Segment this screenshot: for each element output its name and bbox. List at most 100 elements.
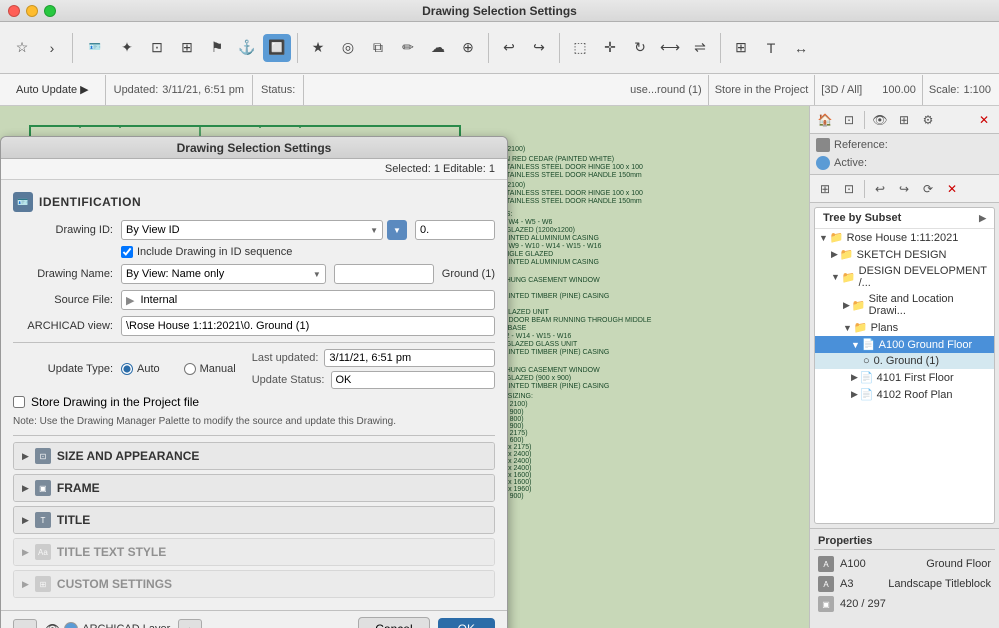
note-text: Note: Use the Drawing Manager Palette to… — [13, 415, 495, 429]
frame-icon: ▣ — [35, 480, 51, 496]
orbit-button[interactable]: ◎ — [334, 34, 362, 62]
manual-radio-item: Manual — [184, 363, 236, 375]
rp-btn-c[interactable]: ↩ — [869, 178, 891, 200]
title-header[interactable]: ▶ T TITLE — [14, 507, 494, 533]
rp-view-btn[interactable]: 👁 — [869, 109, 891, 131]
scale-tool-button[interactable]: ⟷ — [656, 34, 684, 62]
tree-panel: Tree by Subset ▶ ▼ 📁 Rose House 1:11:202… — [814, 207, 995, 524]
auto-radio[interactable] — [121, 363, 133, 375]
maximize-button[interactable] — [44, 5, 56, 17]
id-button[interactable]: 🪪 — [79, 34, 111, 62]
ok-button[interactable]: OK — [438, 618, 495, 628]
rotate-button[interactable]: ↻ — [626, 34, 654, 62]
magic-button[interactable]: ✦ — [113, 34, 141, 62]
last-updated-input[interactable] — [324, 349, 495, 367]
anchor-button[interactable]: ⚓ — [233, 34, 261, 62]
cancel-button[interactable]: Cancel — [358, 617, 429, 628]
back-button[interactable]: ↩ — [495, 34, 523, 62]
custom-settings-header[interactable]: ▶ ⊞ CUSTOM SETTINGS — [14, 571, 494, 597]
close-button[interactable] — [8, 5, 20, 17]
tree-item-design-dev[interactable]: ▼ 📁 DESIGN DEVELOPMENT /... — [815, 263, 994, 291]
tree-item-a101-first[interactable]: ▶ 📄 4101 First Floor — [815, 369, 994, 386]
tree-item-a100-ground[interactable]: ▼ 📄 A100 Ground Floor — [815, 336, 994, 353]
prop-icon-1: A — [818, 576, 834, 592]
text-button[interactable]: T — [757, 34, 785, 62]
expand-button[interactable]: ⋯ — [13, 619, 37, 628]
rp-btn-d[interactable]: ↪ — [893, 178, 915, 200]
title-section: ▶ T TITLE — [13, 506, 495, 534]
rp-sep-1 — [864, 111, 865, 129]
mirror-button[interactable]: ⇌ — [686, 34, 714, 62]
nav-forward-button[interactable]: › — [38, 34, 66, 62]
drawing-id-dropdown[interactable]: By View ID ▼ — [121, 220, 383, 240]
section-button[interactable]: ⊡ — [143, 34, 171, 62]
rp-btn-a[interactable]: ⊞ — [814, 178, 836, 200]
manual-radio[interactable] — [184, 363, 196, 375]
tree-item-site-loc[interactable]: ▶ 📁 Site and Location Drawi... — [815, 291, 994, 319]
identification-header[interactable]: 🪪 IDENTIFICATION — [13, 188, 495, 216]
tree-arrow-rose-house: ▼ — [819, 233, 828, 243]
drawing-name-value-input[interactable] — [334, 264, 434, 284]
rp-close-btn[interactable]: ✕ — [973, 109, 995, 131]
rp-section-btn[interactable]: ⊡ — [838, 109, 860, 131]
last-updated-detail: Last updated: — [252, 349, 495, 367]
move-button[interactable]: ✛ — [596, 34, 624, 62]
star-button[interactable]: ☆ — [8, 34, 36, 62]
drawing-id-row: Drawing ID: By View ID ▼ ▼ — [13, 220, 495, 240]
flag-button[interactable]: ⚑ — [203, 34, 231, 62]
compare-button[interactable]: ⊕ — [454, 34, 482, 62]
frame-header[interactable]: ▶ ▣ FRAME — [14, 475, 494, 501]
identification-label: IDENTIFICATION — [39, 195, 141, 209]
custom-settings-label: CUSTOM SETTINGS — [57, 577, 172, 591]
auto-update-button[interactable]: Auto Update ▶ — [8, 78, 97, 102]
update-status-input[interactable] — [331, 371, 496, 389]
edit-button[interactable]: ✏ — [394, 34, 422, 62]
layer-label: ARCHICAD Layer — [82, 623, 170, 628]
dim-button[interactable]: ↔ — [787, 34, 815, 62]
copy-button[interactable]: ⧉ — [364, 34, 392, 62]
archicad-view-input[interactable] — [121, 316, 495, 336]
star2-button[interactable]: ★ — [304, 34, 332, 62]
footer-left: ⋯ 👁 ARCHICAD Layer › — [13, 619, 350, 628]
rp-settings-btn[interactable]: ⚙ — [917, 109, 939, 131]
layer-expand-button[interactable]: › — [178, 619, 202, 628]
tree-arrow-a100-ground: ▼ — [851, 340, 860, 350]
tree-item-plans[interactable]: ▼ 📁 Plans — [815, 319, 994, 336]
table-button[interactable]: ⊞ — [727, 34, 755, 62]
grid-button[interactable]: ⊞ — [173, 34, 201, 62]
tree-label-a100-ground: A100 Ground Floor — [879, 339, 973, 351]
tree-arrow-a102-roof: ▶ — [851, 389, 858, 400]
rp-btn-e[interactable]: ⟳ — [917, 178, 939, 200]
drawing-name-dropdown[interactable]: By View: Name only ▼ — [121, 264, 326, 284]
tree-label-a102-roof: 4102 Roof Plan — [877, 389, 953, 401]
include-sequence-checkbox[interactable] — [121, 246, 133, 258]
rp-btn-b[interactable]: ⊡ — [838, 178, 860, 200]
title-text-style-icon: Aa — [35, 544, 51, 560]
forward-button[interactable]: ↪ — [525, 34, 553, 62]
tree-item-sketch[interactable]: ▶ 📁 SKETCH DESIGN — [815, 246, 994, 263]
separator-2 — [13, 435, 495, 436]
title-text-style-header[interactable]: ▶ Aa TITLE TEXT STYLE — [14, 539, 494, 565]
select-button[interactable]: ⬚ — [566, 34, 594, 62]
tree-item-rose-house[interactable]: ▼ 📁 Rose House 1:11:2021 — [815, 229, 994, 246]
drawing-id-value-input[interactable] — [415, 220, 495, 240]
size-appearance-header[interactable]: ▶ ⊡ SIZE AND APPEARANCE — [14, 443, 494, 469]
custom-settings-icon: ⊞ — [35, 576, 51, 592]
rp-house-btn[interactable]: 🏠 — [814, 109, 836, 131]
tree-header[interactable]: Tree by Subset ▶ — [815, 208, 994, 229]
tree-item-a102-roof[interactable]: ▶ 📄 4102 Roof Plan — [815, 386, 994, 403]
rp-layer-btn[interactable]: ⊞ — [893, 109, 915, 131]
update-type-radio-group: Auto Manual — [121, 363, 236, 375]
drawing-id-blue-btn[interactable]: ▼ — [387, 220, 407, 240]
cloud-button[interactable]: ☁ — [424, 34, 452, 62]
tree-item-ground-1[interactable]: ○ 0. Ground (1) — [815, 353, 994, 369]
title-bar: Drawing Selection Settings — [0, 0, 999, 22]
main-toolbar: ☆ › 🪪 ✦ ⊡ ⊞ ⚑ ⚓ 🔲 ★ ◎ ⧉ ✏ ☁ ⊕ ↩ ↪ ⬚ ✛ ↻ … — [0, 22, 999, 74]
prop-row-0: A A100 Ground Floor — [814, 554, 995, 574]
rp-btn-f[interactable]: ✕ — [941, 178, 963, 200]
tree-arrow-sketch: ▶ — [831, 249, 838, 260]
active-tool-button[interactable]: 🔲 — [263, 34, 291, 62]
store-drawing-label: Store Drawing in the Project file — [31, 395, 199, 409]
minimize-button[interactable] — [26, 5, 38, 17]
store-drawing-checkbox[interactable] — [13, 396, 25, 408]
